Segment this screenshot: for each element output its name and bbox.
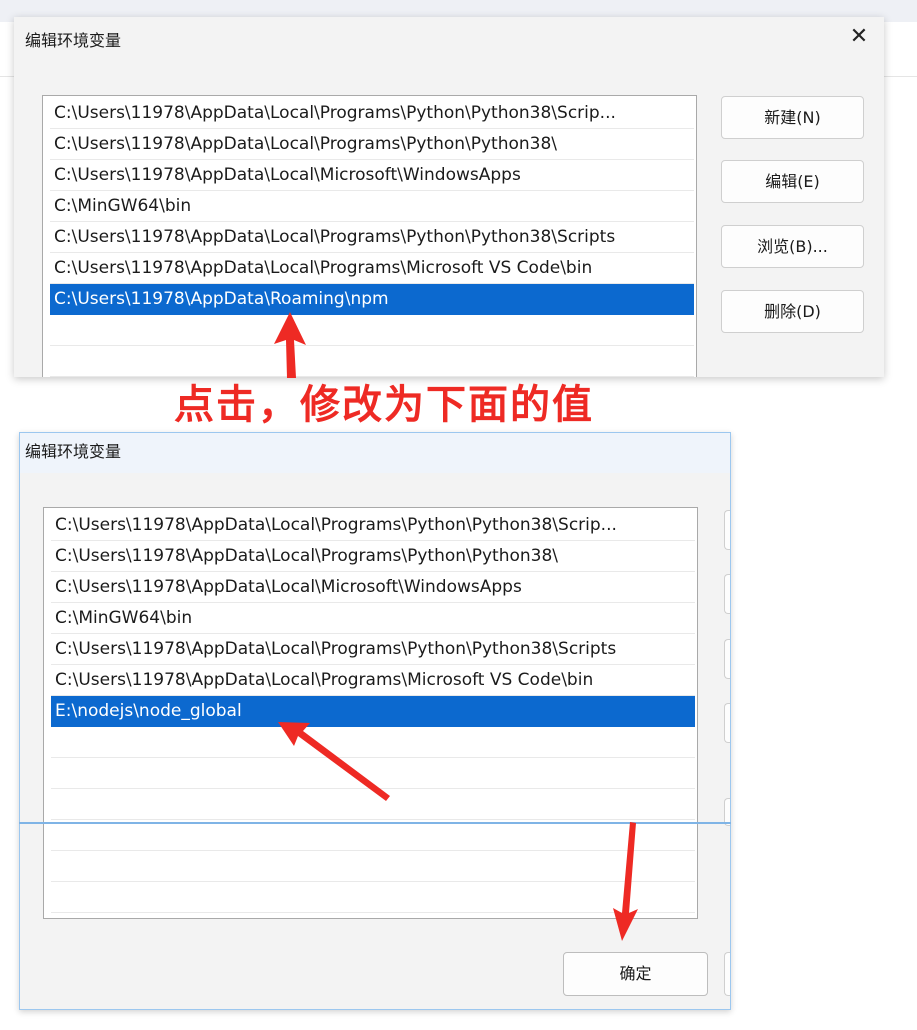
list-item-empty[interactable] xyxy=(51,758,695,789)
list-item[interactable]: C:\Users\11978\AppData\Local\Microsoft\W… xyxy=(51,572,695,603)
dialog-title: 编辑环境变量 xyxy=(25,442,122,461)
edit-env-var-dialog-modified: 编辑环境变量 C:\Users\11978\AppData\Local\Prog… xyxy=(19,432,731,1010)
list-item-empty[interactable] xyxy=(51,727,695,758)
list-item-empty[interactable] xyxy=(50,315,694,346)
delete-button-partial[interactable] xyxy=(724,703,730,743)
list-item-empty[interactable] xyxy=(51,882,695,913)
list-item[interactable]: C:\Users\11978\AppData\Local\Programs\Py… xyxy=(51,541,695,572)
dialog-titlebar: 编辑环境变量 ✕ xyxy=(14,17,884,63)
delete-button[interactable]: 删除(D) xyxy=(721,290,864,333)
list-item[interactable]: C:\Users\11978\AppData\Local\Programs\Py… xyxy=(50,98,694,129)
list-item-empty[interactable] xyxy=(51,820,695,851)
list-item-empty[interactable] xyxy=(51,789,695,820)
path-entries-list[interactable]: C:\Users\11978\AppData\Local\Programs\Py… xyxy=(42,95,697,377)
list-item[interactable]: C:\Users\11978\AppData\Local\Programs\Py… xyxy=(51,634,695,665)
close-icon[interactable]: ✕ xyxy=(846,24,872,50)
list-item[interactable]: C:\MinGW64\bin xyxy=(50,191,694,222)
edit-env-var-dialog-original: 编辑环境变量 ✕ C:\Users\11978\AppData\Local\Pr… xyxy=(14,17,884,377)
list-item-selected[interactable]: E:\nodejs\node_global xyxy=(51,696,695,727)
list-item-empty[interactable] xyxy=(51,851,695,882)
dialog-title: 编辑环境变量 xyxy=(25,31,122,50)
new-button-partial[interactable] xyxy=(724,510,730,550)
annotation-caption: 点击，修改为下面的值 xyxy=(174,382,594,428)
browse-button-partial[interactable] xyxy=(724,639,730,679)
screenshot-seam-line xyxy=(19,822,731,824)
browse-button[interactable]: 浏览(B)... xyxy=(721,225,864,268)
dialog-titlebar: 编辑环境变量 xyxy=(20,433,730,473)
list-item-selected[interactable]: C:\Users\11978\AppData\Roaming\npm xyxy=(50,284,694,315)
cancel-button-partial[interactable] xyxy=(724,952,730,996)
list-item[interactable]: C:\Users\11978\AppData\Local\Microsoft\W… xyxy=(50,160,694,191)
new-button[interactable]: 新建(N) xyxy=(721,96,864,139)
list-item[interactable]: C:\Users\11978\AppData\Local\Programs\Py… xyxy=(50,129,694,160)
path-entries-list[interactable]: C:\Users\11978\AppData\Local\Programs\Py… xyxy=(43,507,698,919)
list-item[interactable]: C:\Users\11978\AppData\Local\Programs\Py… xyxy=(51,510,695,541)
list-item[interactable]: C:\Users\11978\AppData\Local\Programs\Mi… xyxy=(50,253,694,284)
edit-button-partial[interactable] xyxy=(724,574,730,614)
list-item[interactable]: C:\Users\11978\AppData\Local\Programs\Py… xyxy=(50,222,694,253)
list-item[interactable]: C:\MinGW64\bin xyxy=(51,603,695,634)
list-item[interactable]: C:\Users\11978\AppData\Local\Programs\Mi… xyxy=(51,665,695,696)
ok-button[interactable]: 确定 xyxy=(563,952,708,996)
edit-button[interactable]: 编辑(E) xyxy=(721,160,864,203)
